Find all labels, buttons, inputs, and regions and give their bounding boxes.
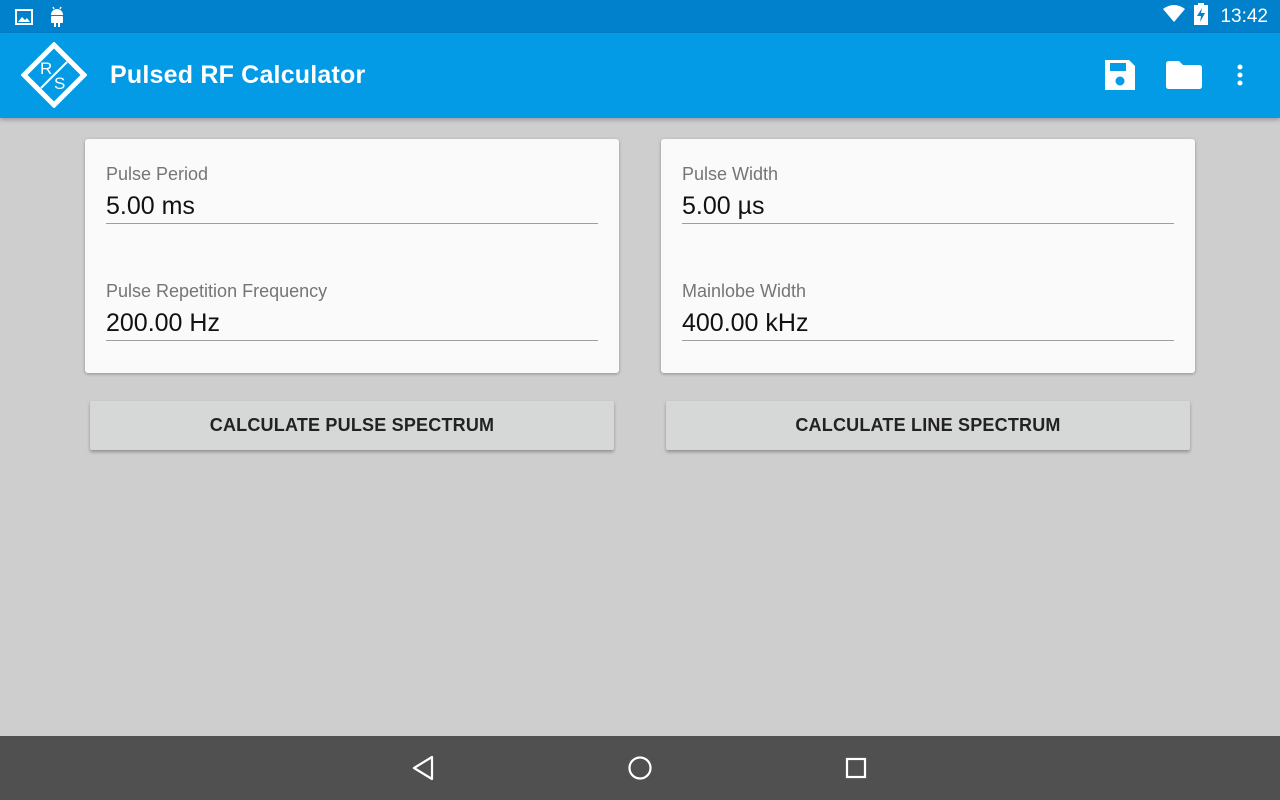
calculate-line-spectrum-button[interactable]: CALCULATE LINE SPECTRUM — [666, 401, 1190, 450]
app-bar: R S Pulsed RF Calculator — [0, 33, 1280, 118]
image-icon — [14, 7, 34, 32]
recents-icon[interactable] — [836, 748, 876, 788]
prf-field[interactable]: Pulse Repetition Frequency 200.00 Hz — [106, 280, 598, 341]
svg-text:S: S — [54, 74, 65, 93]
rohde-schwarz-logo: R S — [20, 41, 88, 109]
pulse-period-input[interactable]: 5.00 ms — [106, 190, 598, 224]
pulse-width-card: Pulse Width 5.00 µs Mainlobe Width 400.0… — [661, 139, 1195, 373]
pulse-period-label: Pulse Period — [106, 164, 209, 184]
save-icon[interactable] — [1100, 55, 1140, 95]
pulse-width-label: Pulse Width — [682, 164, 779, 184]
navigation-bar — [0, 736, 1280, 800]
mainlobe-width-input[interactable]: 400.00 kHz — [682, 307, 1174, 341]
pulse-width-input[interactable]: 5.00 µs — [682, 190, 1174, 224]
prf-input[interactable]: 200.00 Hz — [106, 307, 598, 341]
mainlobe-width-field[interactable]: Mainlobe Width 400.00 kHz — [682, 280, 1174, 341]
wifi-icon — [1162, 4, 1186, 29]
android-icon — [48, 6, 66, 33]
battery-charging-icon — [1194, 3, 1209, 30]
status-bar: 13:42 — [0, 0, 1280, 33]
calculate-pulse-spectrum-button[interactable]: CALCULATE PULSE SPECTRUM — [90, 401, 614, 450]
home-icon[interactable] — [620, 748, 660, 788]
svg-text:R: R — [40, 59, 52, 78]
pulse-period-card: Pulse Period 5.00 ms Pulse Repetition Fr… — [85, 139, 619, 373]
status-time: 13:42 — [1220, 5, 1268, 27]
prf-label: Pulse Repetition Frequency — [106, 281, 328, 301]
pulse-period-field[interactable]: Pulse Period 5.00 ms — [106, 163, 598, 224]
back-icon[interactable] — [404, 748, 444, 788]
mainlobe-width-label: Mainlobe Width — [682, 281, 807, 301]
app-title: Pulsed RF Calculator — [110, 61, 366, 89]
folder-icon[interactable] — [1164, 55, 1204, 95]
more-vert-icon[interactable] — [1220, 55, 1260, 95]
pulse-width-field[interactable]: Pulse Width 5.00 µs — [682, 163, 1174, 224]
